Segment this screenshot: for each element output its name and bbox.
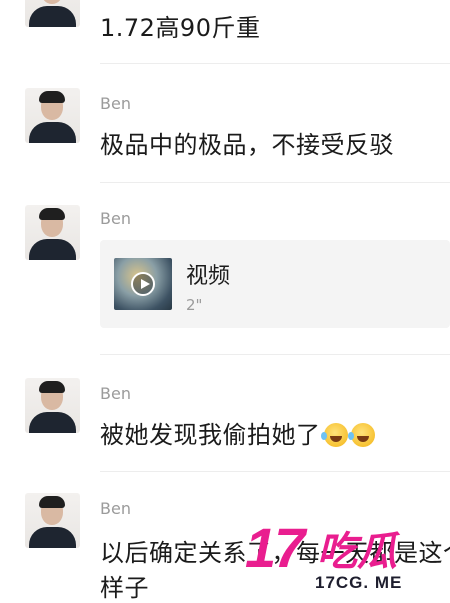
crying-laughing-emoji-icon [320, 423, 348, 447]
video-message-card[interactable]: 视频 2" [100, 240, 450, 328]
message-text-row: 被她发现我偷拍她了 [100, 415, 375, 450]
sender-name: Ben [100, 384, 131, 403]
crying-laughing-emoji-icon [347, 423, 375, 447]
chat-message: Ben 视频 2" [0, 0, 450, 360]
watermark-number: 17 [245, 516, 305, 579]
site-watermark: 17 吃瓜 17CG. ME [245, 515, 450, 600]
avatar[interactable] [25, 205, 80, 260]
message-text: 被她发现我偷拍她了 [100, 421, 321, 449]
sender-name: Ben [100, 499, 131, 518]
avatar[interactable] [25, 493, 80, 548]
chat-message: Ben 被她发现我偷拍她了 [0, 375, 450, 475]
watermark-text: 吃瓜 [317, 529, 397, 575]
divider [100, 354, 450, 355]
video-title: 视频 [186, 264, 231, 289]
divider [100, 471, 450, 472]
avatar[interactable] [25, 378, 80, 433]
play-icon[interactable] [131, 272, 155, 296]
message-text-continued: 样子 [100, 574, 149, 602]
video-thumbnail[interactable] [114, 258, 172, 310]
sender-name: Ben [100, 209, 131, 228]
watermark-url: 17CG. ME [315, 573, 403, 592]
video-duration: 2" [186, 296, 203, 314]
